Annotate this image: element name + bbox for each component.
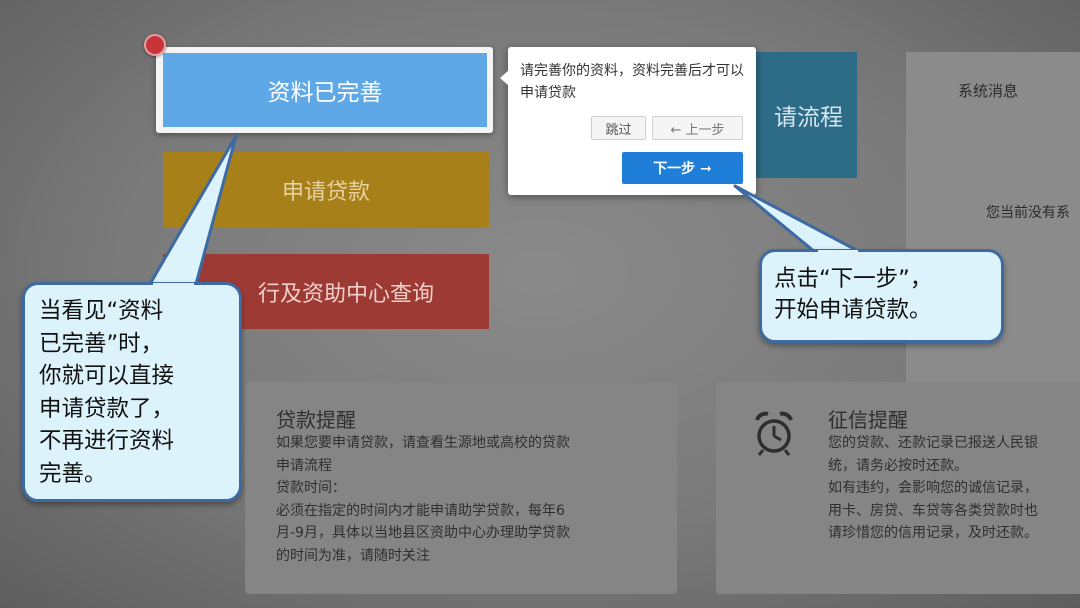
credit-reminder-body: 您的贷款、还款记录已报送人民银 统，请务必按时还款。 如有违约，会影响您的诚信记… <box>828 435 1038 541</box>
no-message-text: 您当前没有系 <box>986 205 1070 221</box>
profile-complete-tile[interactable]: 资料已完善 <box>163 53 487 127</box>
annotation-callout-right: 点击“下一步”， 开始申请贷款。 <box>759 249 1004 343</box>
loan-reminder-title: 贷款提醒 <box>276 408 356 432</box>
tooltip-arrow <box>500 70 509 86</box>
next-step-button[interactable]: 下一步 ➞ <box>622 152 743 184</box>
red-marker-dot <box>144 34 166 56</box>
previous-step-button[interactable]: ← 上一步 <box>652 116 743 140</box>
loan-reminder-body: 如果您要申请贷款，请查看生源地或高校的贷款 申请流程 贷款时间： 必须在指定的时… <box>276 435 570 564</box>
apply-loan-tile[interactable]: 申请贷款 <box>163 152 489 228</box>
system-message-title: 系统消息 <box>958 82 1019 100</box>
tooltip-text: 请完善你的资料，资料完善后才可以申请贷款 <box>520 63 744 101</box>
callout-right-seam <box>818 250 858 255</box>
apply-process-tile[interactable]: 请流程 <box>740 52 857 178</box>
skip-button[interactable]: 跳过 <box>591 116 646 140</box>
credit-reminder-title: 征信提醒 <box>828 408 908 432</box>
callout-left-seam <box>153 283 194 288</box>
alarm-clock-icon <box>755 411 793 456</box>
annotation-callout-left: 当看见“资料 已完善”时， 你就可以直接 申请贷款了， 不再进行资料 完善。 <box>22 282 242 502</box>
